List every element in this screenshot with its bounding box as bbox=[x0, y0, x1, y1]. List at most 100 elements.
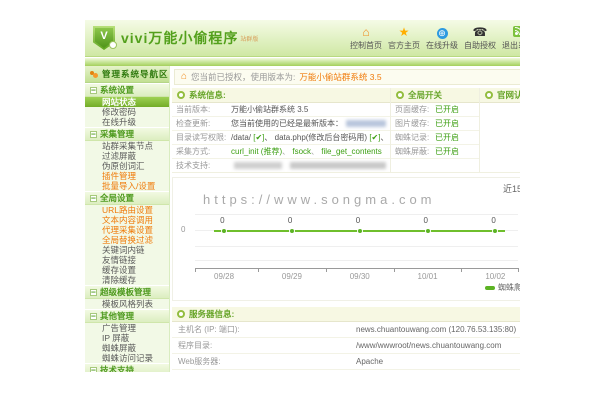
license-version: 万能小偷站群系统 3.5 bbox=[299, 71, 381, 83]
sidebar-item-ip-block[interactable]: IP 屏蔽 bbox=[85, 333, 169, 343]
home-icon: ⌂ bbox=[181, 72, 187, 82]
sidebar-item-spider-log[interactable]: 蜘蛛访问记录 bbox=[85, 353, 169, 363]
sidebar-item-template-styles[interactable]: 模板风格列表 bbox=[85, 299, 169, 309]
row-page-cache: 页面缓存: 已开启 bbox=[391, 103, 479, 117]
sidebar-item-text-content[interactable]: 文本内容调用 bbox=[85, 215, 169, 225]
users-icon bbox=[90, 70, 99, 79]
point-marker-icon bbox=[221, 228, 227, 234]
chart-legend[interactable]: 蜘蛛爬行次数 bbox=[485, 282, 520, 293]
point-marker-icon bbox=[357, 228, 363, 234]
collapse-icon[interactable]: − bbox=[90, 131, 97, 138]
nav-online-upgrade[interactable]: ⊕ 在线升级 bbox=[427, 26, 457, 51]
top-nav: ⌂ 控制首页 ★ 官方主页 ⊕ 在线升级 ☎ 自助授权 退出系统 bbox=[351, 26, 520, 51]
logo-badge-icon bbox=[109, 41, 117, 49]
collapse-icon[interactable]: − bbox=[90, 195, 97, 202]
sidebar-item-proxy-collect[interactable]: 代理采集设置 bbox=[85, 225, 169, 235]
redacted-value bbox=[234, 162, 282, 169]
nav-official-site[interactable]: ★ 官方主页 bbox=[389, 26, 419, 51]
admin-panel-window: V vivi万能小偷程序 站群版 ⌂ 控制首页 ★ 官方主页 ⊕ 在线升级 ☎ … bbox=[85, 20, 520, 372]
sidebar-item-clear-cache[interactable]: 清除缓存 bbox=[85, 275, 169, 285]
toggle-page-cache[interactable]: 已开启 bbox=[435, 104, 459, 115]
nav-home[interactable]: ⌂ 控制首页 bbox=[351, 26, 381, 51]
sidebar-section-other[interactable]: − 其他管理 bbox=[85, 309, 169, 323]
sidebar-item-collect-nodes[interactable]: 站群采集节点 bbox=[85, 141, 169, 151]
legend-marker-icon bbox=[485, 286, 495, 290]
global-switch-panel: 全局开关 页面缓存: 已开启 图片缓存: 已开启 蜘蛛记录: 已开启 bbox=[391, 88, 480, 172]
license-notice-text: 您当前已授权，使用版本为: bbox=[191, 71, 295, 83]
sidebar-section-global[interactable]: − 全局设置 bbox=[85, 191, 169, 205]
sidebar-section-template[interactable]: − 超级模板管理 bbox=[85, 285, 169, 299]
row-program-dir: 程序目录: /www/wwwroot/news.chuantouwang.com bbox=[172, 338, 520, 354]
redacted-value bbox=[290, 162, 386, 169]
app-header: V vivi万能小偷程序 站群版 ⌂ 控制首页 ★ 官方主页 ⊕ 在线升级 ☎ … bbox=[85, 20, 520, 57]
bullet-icon bbox=[177, 310, 185, 318]
row-spider-block: 蜘蛛屏蔽: 已开启 bbox=[391, 145, 479, 159]
sidebar-item-spider-block[interactable]: 蜘蛛屏蔽 bbox=[85, 343, 169, 353]
app-title: vivi万能小偷程序 bbox=[121, 28, 238, 48]
bullet-icon bbox=[177, 91, 185, 99]
sidebar-item-ad-manage[interactable]: 广告管理 bbox=[85, 323, 169, 333]
sidebar-section-collect[interactable]: − 采集管理 bbox=[85, 127, 169, 141]
phone-icon: ☎ bbox=[473, 26, 488, 39]
x-tick-label: 09/28 bbox=[194, 272, 254, 281]
row-dir-permissions: 目录读写权限: /data/ [✔]、 data.php(修改后台密码用) [✔… bbox=[172, 131, 390, 145]
sidebar-section-support[interactable]: − 技术支持 bbox=[85, 363, 169, 372]
globe-icon: ⊕ bbox=[437, 28, 448, 39]
header-divider bbox=[85, 57, 520, 66]
star-icon: ★ bbox=[399, 26, 410, 39]
row-collect-method: 采集方式: curl_init (推荐)、 fsock、 file_get_co… bbox=[172, 145, 390, 159]
sidebar-item-friend-links[interactable]: 友情链接 bbox=[85, 255, 169, 265]
sidebar: 管理系统导航区 − 系统设置 网站状态 修改密码 在线升级 − 采集管理 站群采… bbox=[85, 66, 170, 372]
nav-logout[interactable]: 退出系统 bbox=[503, 26, 520, 51]
link-fsock[interactable]: fsock bbox=[292, 147, 311, 156]
toggle-spider-block[interactable]: 已开启 bbox=[435, 146, 459, 157]
nav-self-authorize[interactable]: ☎ 自助授权 bbox=[465, 26, 495, 51]
toggle-image-cache[interactable]: 已开启 bbox=[435, 118, 459, 129]
row-check-update: 检查更新: 您当前使用的已经是最新版本： bbox=[172, 117, 390, 131]
global-switch-header: 全局开关 bbox=[391, 88, 479, 103]
system-info-panel: 系统信息: 当前版本: 万能小偷站群系统 3.5 检查更新: 您当前使用的已经是… bbox=[172, 88, 391, 172]
chart-plot-area: 0 0 0 0 0 0 09/28 09/29 09/30 bbox=[195, 206, 518, 269]
row-tech-support: 技术支持: bbox=[172, 159, 390, 172]
toggle-spider-log[interactable]: 已开启 bbox=[435, 132, 459, 143]
chart-title: 近15天蜘蛛爬行统计 bbox=[503, 182, 520, 195]
collapse-icon[interactable]: − bbox=[90, 87, 97, 94]
sidebar-item-plugin-manage[interactable]: 插件管理 bbox=[85, 171, 169, 181]
collapse-icon[interactable]: − bbox=[90, 289, 97, 296]
bullet-icon bbox=[485, 91, 493, 99]
x-tick-label: 09/30 bbox=[330, 272, 390, 281]
sidebar-item-url-route[interactable]: URL路由设置 bbox=[85, 205, 169, 215]
sidebar-section-system[interactable]: − 系统设置 bbox=[85, 83, 169, 97]
row-web-server: Web服务器: Apache bbox=[172, 354, 520, 370]
sidebar-item-site-status[interactable]: 网站状态 bbox=[85, 97, 169, 107]
point-marker-icon bbox=[425, 228, 431, 234]
sidebar-item-keyword-links[interactable]: 关键词内链 bbox=[85, 245, 169, 255]
sidebar-item-cache-settings[interactable]: 缓存设置 bbox=[85, 265, 169, 275]
main-content: ⌂ 您当前已授权，使用版本为: 万能小偷站群系统 3.5 系统信息: 当前版本:… bbox=[170, 66, 520, 372]
row-current-version: 当前版本: 万能小偷站群系统 3.5 bbox=[172, 103, 390, 117]
sidebar-item-online-upgrade[interactable]: 在线升级 bbox=[85, 117, 169, 127]
y-axis-zero-label: 0 bbox=[181, 225, 185, 234]
system-info-header: 系统信息: bbox=[172, 88, 390, 103]
x-tick-label: 10/02 bbox=[465, 272, 520, 281]
check-icon: [✔] bbox=[253, 133, 264, 142]
sidebar-item-pseudo-original[interactable]: 伪原创词汇 bbox=[85, 161, 169, 171]
brand: V vivi万能小偷程序 站群版 bbox=[85, 26, 258, 50]
point-marker-icon bbox=[289, 228, 295, 234]
sidebar-item-batch-import[interactable]: 批量导入/设置 bbox=[85, 181, 169, 191]
server-info-panel: 服务器信息: 主机名 (IP: 端口): news.chuantouwang.c… bbox=[172, 307, 520, 372]
sidebar-item-change-password[interactable]: 修改密码 bbox=[85, 107, 169, 117]
collapse-icon[interactable]: − bbox=[90, 313, 97, 320]
point-marker-icon bbox=[492, 228, 498, 234]
collapse-icon[interactable]: − bbox=[90, 367, 97, 373]
row-image-cache: 图片缓存: 已开启 bbox=[391, 117, 479, 131]
bullet-icon bbox=[396, 91, 404, 99]
link-curl-init[interactable]: curl_init (推荐) bbox=[231, 147, 282, 156]
row-server-os: 服务器操作系统: Linux bbox=[172, 370, 520, 372]
link-file-get-contents[interactable]: file_get_contents bbox=[321, 147, 382, 156]
row-hostname: 主机名 (IP: 端口): news.chuantouwang.com (120… bbox=[172, 322, 520, 338]
sidebar-item-filter-block[interactable]: 过滤屏蔽 bbox=[85, 151, 169, 161]
sidebar-item-global-replace[interactable]: 全局替换过滤 bbox=[85, 235, 169, 245]
rss-icon bbox=[513, 26, 521, 37]
sidebar-header: 管理系统导航区 bbox=[85, 66, 169, 83]
